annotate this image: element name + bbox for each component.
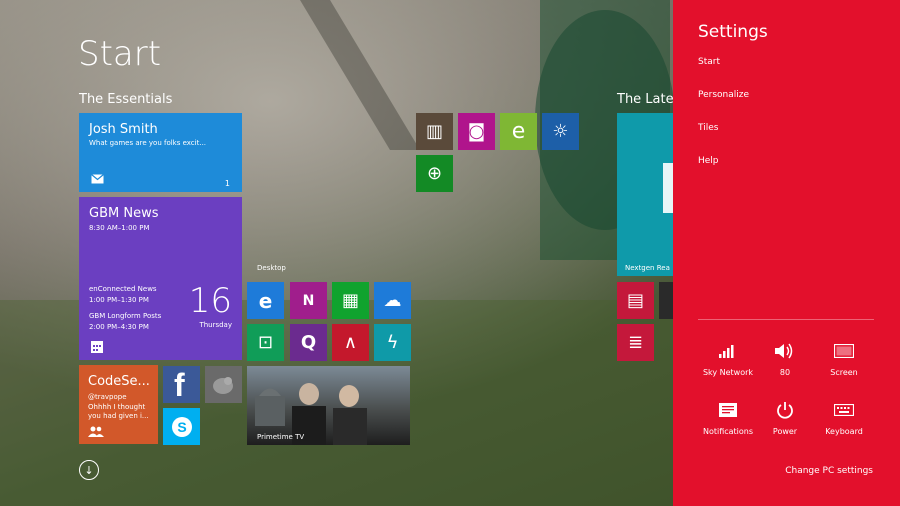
- quora-tile[interactable]: Q: [290, 324, 327, 361]
- volume-button[interactable]: 80: [755, 338, 815, 377]
- desktop-tile[interactable]: Desktop: [247, 113, 410, 276]
- calendar-title: GBM News: [89, 206, 159, 221]
- calendar-weekday: Thursday: [199, 321, 232, 329]
- signal-icon: [719, 345, 734, 358]
- power-label: Power: [772, 427, 798, 436]
- codese-title: CodeSe...: [88, 374, 150, 389]
- camera-tile[interactable]: ◙: [458, 113, 495, 150]
- mail-count: 1: [224, 179, 230, 188]
- settings-link-start[interactable]: Start: [698, 57, 720, 67]
- office-icon: ▥: [425, 120, 443, 142]
- codese-tile[interactable]: CodeSe... @travpope Ohhhh I thought you …: [79, 365, 158, 444]
- nextgen-tile[interactable]: Nextgen Rea: [617, 113, 673, 276]
- screen-label: Screen: [830, 368, 858, 377]
- office-tile[interactable]: ▥: [416, 113, 453, 150]
- keyboard-label: Keyboard: [825, 427, 863, 436]
- group-title-essentials: The Essentials: [79, 92, 173, 107]
- skype-icon: S: [171, 416, 192, 437]
- amazon-tile-partial[interactable]: [659, 282, 673, 319]
- nextgen-image: [663, 163, 673, 213]
- facebook-icon: f: [174, 367, 185, 403]
- desktop-label: Desktop: [257, 264, 286, 272]
- calendar-time-1: 8:30 AM–1:00 PM: [89, 224, 150, 232]
- shopping-tile[interactable]: ⊡: [247, 324, 284, 361]
- mail-icon: [91, 174, 104, 184]
- network-button[interactable]: Sky Network: [698, 338, 758, 377]
- facebook-tile[interactable]: f: [163, 366, 200, 403]
- codese-msg-1: Ohhhh I thought: [88, 403, 146, 411]
- settings-link-help[interactable]: Help: [698, 156, 719, 166]
- weather-icon: ☼: [552, 120, 569, 142]
- calendar-event-3: GBM Longform Posts: [89, 312, 162, 320]
- signature-icon: ∧: [343, 331, 358, 353]
- power-button[interactable]: Power: [755, 397, 815, 436]
- primetime-tile[interactable]: Primetime TV: [247, 366, 410, 445]
- primetime-label: Primetime TV: [257, 433, 305, 441]
- xbox-tile[interactable]: ⊕: [416, 155, 453, 192]
- group-title-latest: The Lates: [617, 92, 681, 107]
- power-icon: [777, 402, 793, 419]
- store-icon: ▦: [341, 289, 359, 311]
- internet-explorer-icon: e: [258, 288, 273, 313]
- mail-sender: Josh Smith: [89, 122, 158, 137]
- all-apps-button[interactable]: ↓: [79, 460, 99, 480]
- volume-icon: [775, 343, 793, 359]
- settings-link-tiles[interactable]: Tiles: [698, 123, 718, 133]
- settings-title: Settings: [698, 22, 768, 42]
- screen-button[interactable]: Screen: [814, 338, 874, 377]
- evernote-icon: e: [511, 118, 526, 144]
- settings-pane: Settings Start Personalize Tiles Help Sk…: [673, 0, 900, 506]
- calendar-tile[interactable]: GBM News 8:30 AM–1:00 PM enConnected New…: [79, 197, 242, 360]
- nextgen-label: Nextgen Rea: [625, 264, 670, 272]
- screen-icon: [834, 344, 854, 358]
- start-title: Start: [78, 34, 162, 74]
- bird-icon: [213, 377, 233, 394]
- calendar-day: 16: [188, 281, 232, 321]
- calendar-time-3: 2:00 PM–4:30 PM: [89, 323, 149, 331]
- settings-divider: [698, 319, 874, 320]
- onenote-tile[interactable]: N: [290, 282, 327, 319]
- mail-preview: What games are you folks excit...: [89, 139, 207, 147]
- store-tile[interactable]: ▦: [332, 282, 369, 319]
- reading-list-icon: ≣: [627, 331, 644, 353]
- arrow-down-icon: ↓: [84, 463, 94, 477]
- calendar-event-2: enConnected News: [89, 285, 157, 293]
- weather-tile[interactable]: ☼: [542, 113, 579, 150]
- bag-icon: ⊡: [257, 331, 274, 353]
- skype-tile[interactable]: S: [163, 408, 200, 445]
- notifications-button[interactable]: Notifications: [698, 397, 758, 436]
- codese-msg-2: you had given i...: [88, 412, 149, 420]
- people-icon: [88, 426, 104, 437]
- q-icon: Q: [300, 331, 317, 353]
- keyboard-button[interactable]: Keyboard: [814, 397, 874, 436]
- camera-icon: ◙: [467, 120, 486, 142]
- evernote-tile[interactable]: e: [500, 113, 537, 150]
- mail-tile[interactable]: Josh Smith What games are you folks exci…: [79, 113, 242, 192]
- lightning-icon: ϟ: [386, 331, 399, 353]
- volume-label: 80: [779, 368, 791, 377]
- notifications-label: Notifications: [702, 427, 754, 436]
- gamepad-icon: ⊕: [426, 162, 443, 184]
- onenote-icon: N: [302, 292, 315, 309]
- settings-link-personalize[interactable]: Personalize: [698, 90, 749, 100]
- keyboard-icon: [834, 404, 854, 416]
- svg-text:S: S: [177, 419, 186, 435]
- onedrive-tile[interactable]: ☁: [374, 282, 411, 319]
- flash-tile[interactable]: ϟ: [374, 324, 411, 361]
- calendar-icon: [91, 341, 103, 353]
- adobe-tile[interactable]: ∧: [332, 324, 369, 361]
- codese-handle: @travpope: [88, 393, 127, 401]
- avatar-tile[interactable]: [205, 366, 242, 403]
- cloud-icon: ☁: [383, 289, 402, 311]
- change-pc-settings-link[interactable]: Change PC settings: [785, 466, 873, 476]
- network-label: Sky Network: [702, 368, 754, 377]
- newspaper-icon: ▤: [626, 289, 644, 311]
- calendar-time-2: 1:00 PM–1:30 PM: [89, 296, 149, 304]
- ie-tile[interactable]: e: [247, 282, 284, 319]
- news-tile[interactable]: ▤: [617, 282, 654, 319]
- notifications-icon: [719, 403, 737, 417]
- reading-tile[interactable]: ≣: [617, 324, 654, 361]
